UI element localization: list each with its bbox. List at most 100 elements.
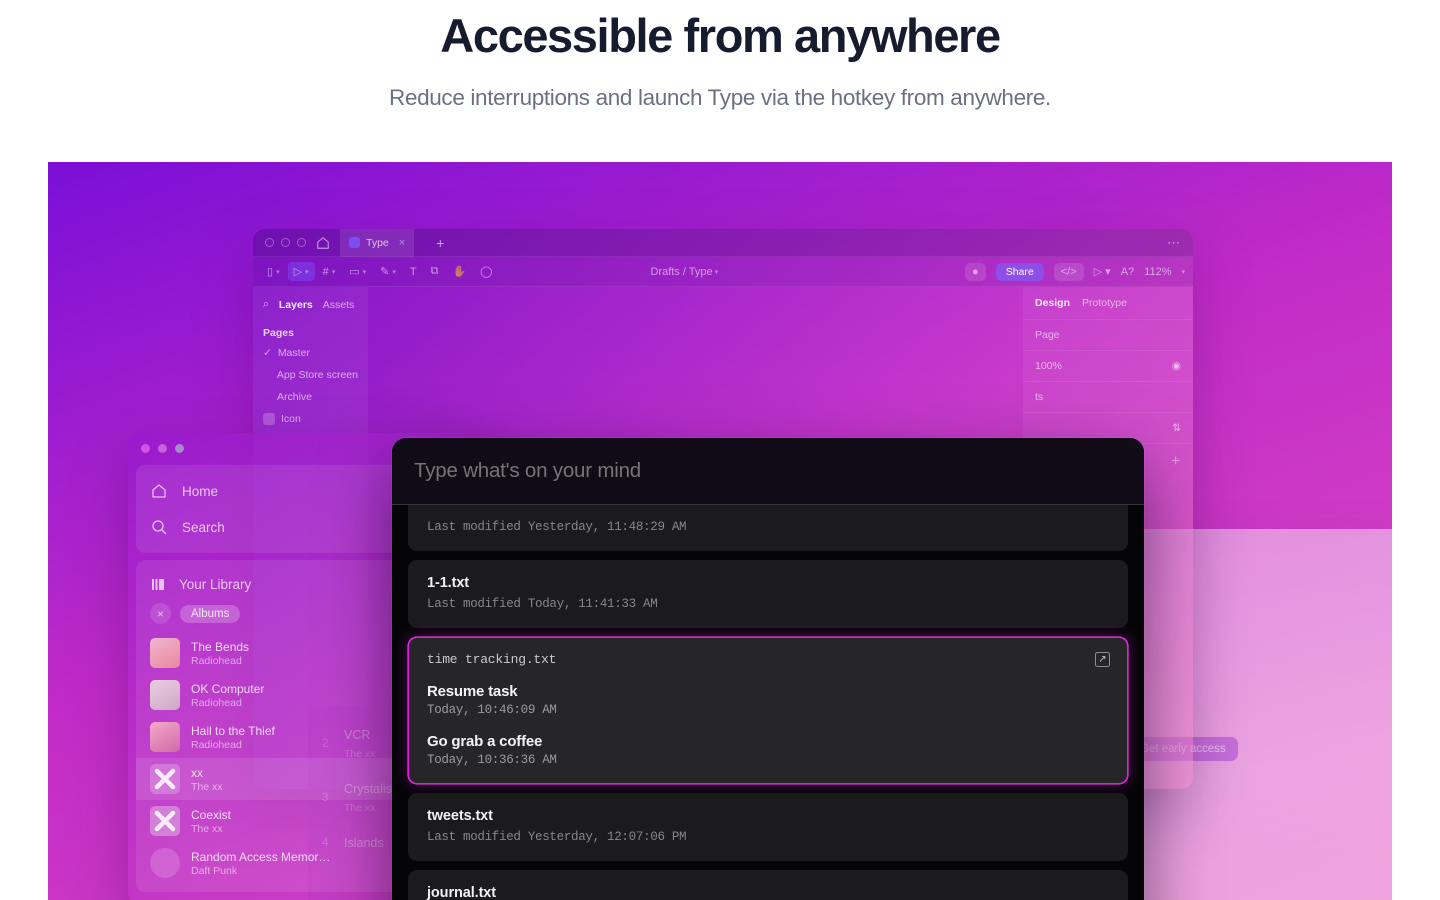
overflow-menu-icon[interactable]: ⋯: [1167, 235, 1181, 251]
hero-heading-block: Accessible from anywhere Reduce interrup…: [0, 0, 1440, 111]
album-title: Hail to the Thief: [191, 723, 275, 738]
page-item-master[interactable]: ✓ Master: [253, 342, 368, 364]
gradient-stage: Get early access Type Type lets you quic…: [48, 162, 1392, 900]
share-button[interactable]: Share: [995, 262, 1044, 281]
filter-chip-albums[interactable]: Albums: [180, 604, 241, 623]
album-title: Coexist: [191, 807, 232, 822]
library-label: Your Library: [179, 577, 252, 592]
close-dot-icon[interactable]: [141, 443, 150, 453]
page-subtitle: Reduce interruptions and launch Type via…: [389, 84, 1051, 110]
sidebar-item-label: Home: [182, 483, 219, 499]
right-panel-effects-row[interactable]: ts: [1023, 381, 1193, 412]
right-panel-page-row: Page: [1023, 319, 1193, 350]
note-card[interactable]: Last modified Yesterday, 11:48:29 AM: [408, 505, 1128, 551]
pen-tool-icon[interactable]: ✎ ▾: [374, 262, 402, 281]
type-command-modal[interactable]: Last modified Yesterday, 11:48:29 AM 1-1…: [392, 438, 1144, 900]
breadcrumb[interactable]: Drafts / Type: [650, 266, 712, 278]
note-card-selected[interactable]: time tracking.txt ↗ Resume task Today, 1…: [408, 637, 1128, 784]
pages-section-label: Pages: [263, 327, 294, 339]
note-subtitle: Last modified Yesterday, 12:07:06 PM: [427, 830, 687, 844]
file-icon: [349, 237, 360, 248]
note-title: journal.txt: [427, 885, 496, 900]
page-section-label: Page: [1035, 329, 1060, 341]
traffic-light-dots[interactable]: [265, 238, 306, 247]
tab-design[interactable]: Design: [1035, 297, 1070, 309]
shape-tool-icon[interactable]: ▭ ▾: [343, 262, 372, 281]
note-card[interactable]: 1-1.txt Last modified Today, 11:41:33 AM: [408, 560, 1128, 628]
zoom-chevron-down-icon[interactable]: ▾: [1181, 268, 1185, 276]
design-right-tools: ● Share </> ▷ ▾ A? 112% ▾: [965, 262, 1185, 281]
minimize-dot-icon[interactable]: [158, 443, 167, 453]
note-entry-time: Today, 10:36:36 AM: [427, 753, 557, 767]
avatar[interactable]: ●: [965, 262, 986, 281]
home-icon[interactable]: [316, 236, 330, 250]
maximize-dot-icon[interactable]: [297, 238, 306, 247]
zoom-level[interactable]: 112%: [1144, 266, 1171, 278]
page-root: Accessible from anywhere Reduce interrup…: [0, 0, 1440, 900]
tab-prototype[interactable]: Prototype: [1082, 297, 1127, 309]
x-logo-icon: [154, 810, 176, 832]
move-tool-icon[interactable]: ▷ ▾: [287, 262, 315, 281]
library-icon: [152, 579, 164, 590]
album-artist: The xx: [191, 822, 223, 835]
search-icon[interactable]: ⌕: [263, 298, 269, 311]
album-art: [150, 638, 180, 668]
clear-filter-button[interactable]: ×: [150, 603, 171, 624]
home-icon: [152, 484, 166, 498]
component-tool-icon[interactable]: ⧉: [425, 262, 445, 281]
right-panel-opacity-row[interactable]: 100% ◉: [1023, 350, 1193, 381]
design-toolbar: ▯ ▾ ▷ ▾ # ▾ ▭ ▾ ✎ ▾ T ⧉ ✋ ◯ Drafts / Type ▾ ●…: [253, 257, 1193, 287]
page-item-archive[interactable]: Archive: [253, 386, 368, 408]
note-card[interactable]: tweets.txt Last modified Yesterday, 12:0…: [408, 793, 1128, 861]
plus-icon[interactable]: ＋: [1171, 453, 1182, 468]
tab-assets[interactable]: Assets: [323, 299, 355, 311]
tab-layers[interactable]: Layers: [279, 299, 313, 311]
note-entry-text: Resume task: [427, 683, 518, 700]
album-art: [150, 806, 180, 836]
design-tab-type[interactable]: Type ×: [340, 229, 415, 257]
album-art: [150, 722, 180, 752]
breadcrumb-chevron-down-icon[interactable]: ▾: [715, 268, 719, 276]
note-subtitle: Last modified Today, 11:41:33 AM: [427, 597, 658, 611]
minimize-dot-icon[interactable]: [281, 238, 290, 247]
notes-list[interactable]: Last modified Yesterday, 11:48:29 AM 1-1…: [392, 505, 1144, 900]
page-item-icon[interactable]: Icon: [253, 408, 368, 430]
album-art: [150, 764, 180, 794]
search-input[interactable]: [414, 459, 1122, 483]
page-item-appstore[interactable]: App Store screen: [253, 364, 368, 386]
album-artist: The xx: [191, 780, 223, 793]
app-menu-icon[interactable]: ▯ ▾: [261, 262, 286, 281]
album-artist: Daft Punk: [191, 864, 238, 877]
album-artist: Radiohead: [191, 738, 242, 751]
right-panel-tabs: Design Prototype: [1023, 295, 1193, 319]
sliders-icon[interactable]: ⇅: [1172, 422, 1181, 434]
note-entry-text: Go grab a coffee: [427, 733, 543, 750]
album-title: Random Access Memor…: [191, 849, 331, 864]
album-art: [150, 848, 180, 878]
maximize-dot-icon[interactable]: [175, 443, 184, 453]
eye-icon[interactable]: ◉: [1172, 360, 1181, 372]
text-tool-icon[interactable]: T: [404, 263, 423, 281]
new-tab-button[interactable]: +: [436, 235, 444, 251]
note-title: time tracking.txt: [427, 652, 557, 667]
left-panel-tabs: ⌕ Layers Assets: [253, 295, 368, 319]
opacity-value: 100%: [1035, 360, 1062, 372]
tab-label: Type: [366, 236, 389, 249]
album-art: [150, 680, 180, 710]
note-card[interactable]: journal.txt: [408, 870, 1128, 900]
code-view-icon[interactable]: </>: [1053, 262, 1084, 281]
note-title: tweets.txt: [427, 808, 493, 824]
page-label: App Store screen: [276, 369, 358, 381]
frame-tool-icon[interactable]: # ▾: [317, 263, 342, 281]
present-icon[interactable]: ▷ ▾: [1094, 265, 1111, 278]
close-icon[interactable]: ×: [399, 237, 405, 249]
album-artist: Radiohead: [191, 654, 242, 667]
comment-tool-icon[interactable]: ◯: [474, 262, 498, 281]
page-title: Accessible from anywhere: [440, 9, 1001, 62]
external-link-icon[interactable]: ↗: [1095, 652, 1110, 667]
close-dot-icon[interactable]: [265, 238, 274, 247]
note-entry: Go grab a coffee Today, 10:36:36 AM: [427, 733, 1109, 767]
letter-tool-label[interactable]: A?: [1121, 266, 1134, 278]
note-title: 1-1.txt: [427, 575, 470, 591]
hand-tool-icon[interactable]: ✋: [446, 262, 472, 281]
